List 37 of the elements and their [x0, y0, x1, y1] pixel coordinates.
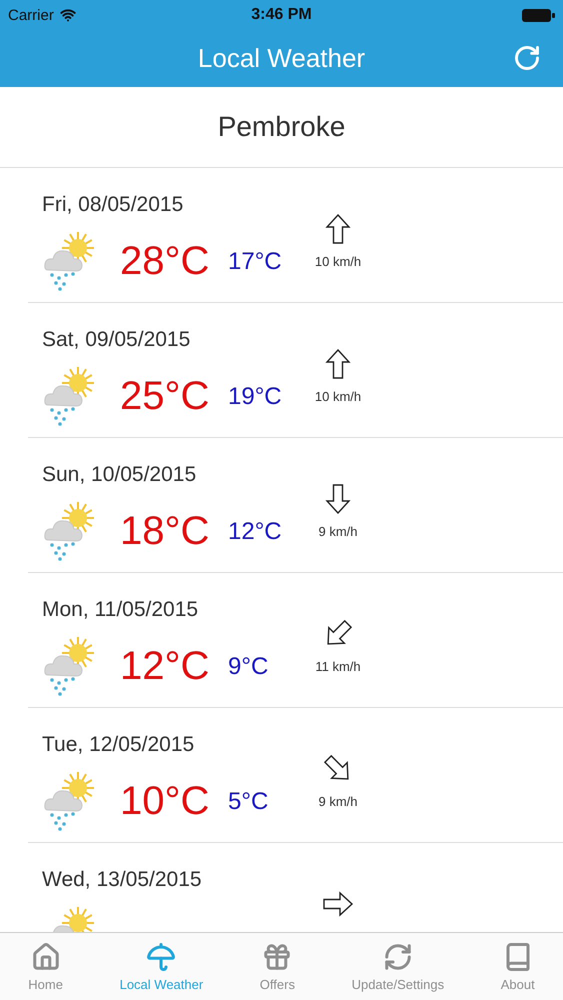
status-time: 3:46 PM — [251, 6, 312, 24]
forecast-date: Fri, 08/05/2015 — [42, 192, 184, 217]
low-temperature: 19°C — [228, 382, 282, 411]
wind-speed: 11 km/h — [315, 658, 361, 674]
nav-title: Local Weather — [198, 43, 366, 74]
low-temperature: 5°C — [228, 788, 268, 816]
location-name: Pembroke — [218, 111, 346, 143]
high-temperature: 28°C — [120, 239, 210, 284]
tab-item[interactable]: Update/Settings — [350, 938, 446, 996]
low-temperature: 17°C — [228, 248, 282, 276]
wind-speed: 9 km/h — [318, 524, 358, 538]
high-temperature: 25°C — [120, 374, 210, 420]
refresh-icon — [382, 942, 413, 972]
high-temperature: 12°C — [120, 644, 210, 690]
tab-item[interactable]: Local Weather — [118, 938, 206, 996]
forecast-date: Mon, 11/05/2015 — [42, 598, 198, 622]
low-temperature: 9°C — [228, 652, 268, 681]
home-icon — [30, 942, 61, 972]
umbrella-icon — [146, 942, 176, 972]
carrier-name: Carrier — [8, 6, 54, 24]
battery-icon — [522, 8, 555, 22]
forecast-date: Sun, 10/05/2015 — [42, 462, 196, 487]
high-temperature: 18°C — [120, 509, 210, 554]
forecast-date: Sat, 09/05/2015 — [42, 328, 190, 352]
refresh-button[interactable] — [513, 44, 541, 72]
forecast-date: Wed, 13/05/2015 — [42, 868, 202, 892]
high-temperature: 10°C — [120, 779, 210, 824]
low-temperature: 12°C — [228, 518, 282, 546]
tab-item[interactable]: About — [498, 938, 537, 996]
gift-icon — [262, 942, 292, 972]
wifi-icon — [60, 7, 76, 23]
wind-speed: 10 km/h — [314, 388, 362, 404]
wind-speed: 10 km/h — [314, 254, 362, 268]
wind-speed: 9 km/h — [318, 794, 358, 808]
tab-item[interactable]: Home — [26, 938, 65, 996]
forecast-date: Tue, 12/05/2015 — [42, 732, 194, 757]
tab-item[interactable]: Offers — [258, 938, 297, 996]
